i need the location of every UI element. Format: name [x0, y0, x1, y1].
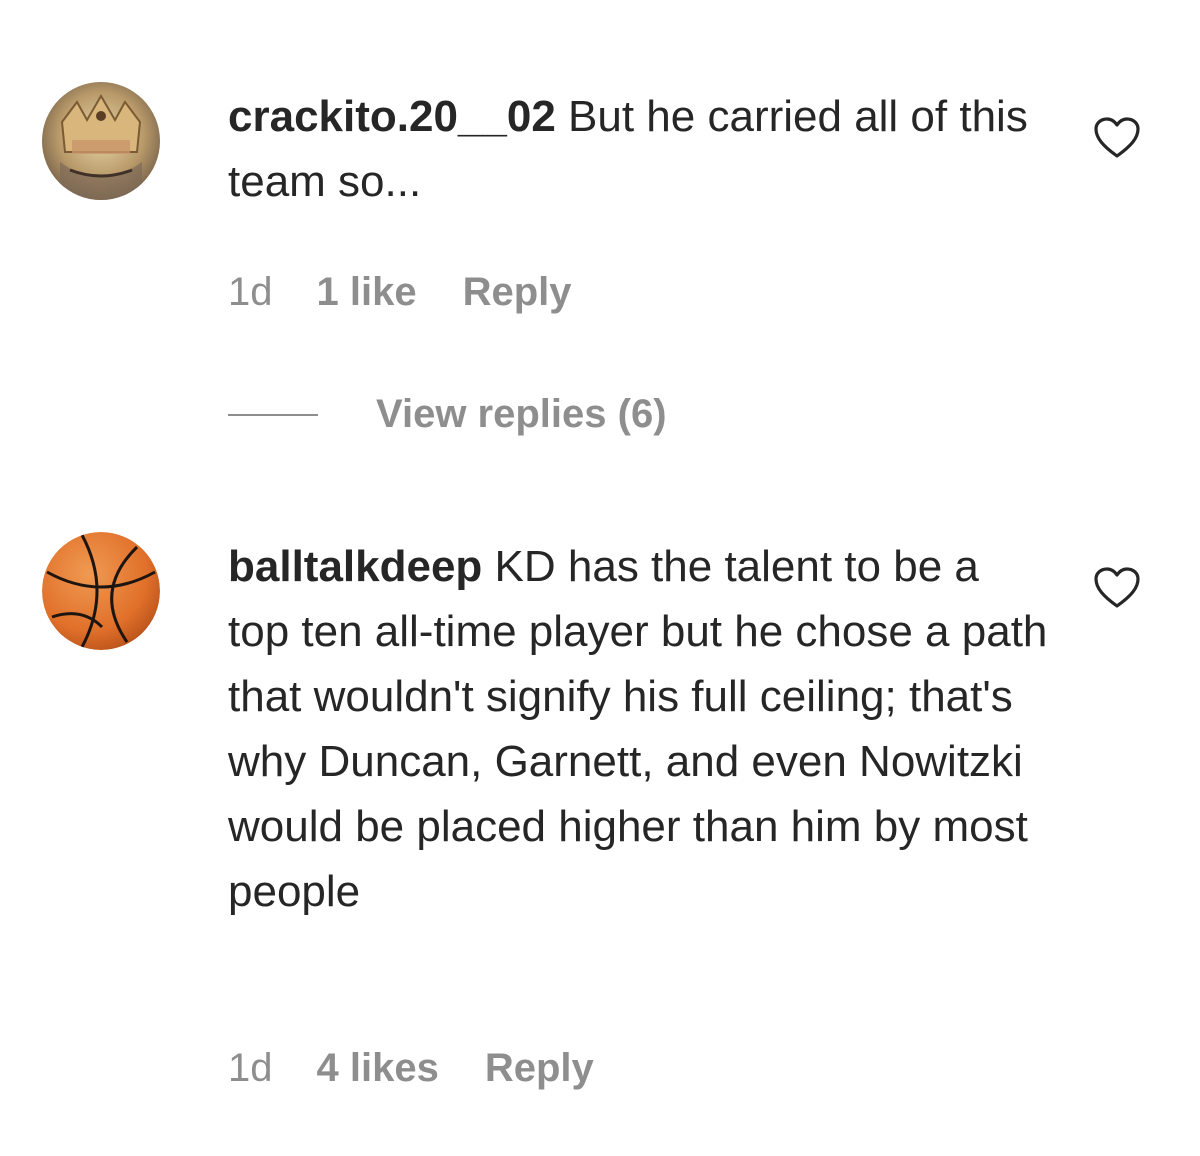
king-avatar-icon: [42, 82, 160, 200]
comment-likes[interactable]: 4 likes: [317, 1046, 439, 1091]
like-heart-button[interactable]: [1093, 566, 1141, 610]
avatar[interactable]: [42, 532, 160, 650]
reply-button[interactable]: Reply: [485, 1046, 594, 1091]
comment-time: 1d: [228, 1046, 273, 1090]
comment-meta: 1d 4 likes Reply: [228, 1046, 594, 1091]
basketball-avatar-icon: [42, 532, 160, 650]
heart-icon: [1094, 567, 1140, 608]
comment-item: crackito.20__02 But he carried all of th…: [0, 0, 1200, 480]
comment-body: KD has the talent to be a top ten all-ti…: [228, 542, 1048, 916]
comment-text: crackito.20__02 But he carried all of th…: [228, 84, 1048, 214]
comment-meta: 1d 1 like Reply: [228, 270, 572, 315]
reply-button[interactable]: Reply: [463, 270, 572, 315]
comment-item: balltalkdeep KD has the talent to be a t…: [0, 480, 1200, 1156]
comment-likes[interactable]: 1 like: [317, 270, 417, 315]
comment-username[interactable]: crackito.20__02: [228, 92, 556, 141]
like-heart-button[interactable]: [1093, 116, 1141, 160]
comment-username[interactable]: balltalkdeep: [228, 542, 482, 591]
comment-text: balltalkdeep KD has the talent to be a t…: [228, 534, 1048, 924]
view-replies-label: View replies (6): [376, 392, 667, 436]
avatar[interactable]: [42, 82, 160, 200]
view-replies-divider: [228, 413, 318, 416]
view-replies-button[interactable]: View replies (6): [228, 392, 667, 437]
comment-time: 1d: [228, 270, 273, 314]
heart-icon: [1094, 117, 1140, 158]
